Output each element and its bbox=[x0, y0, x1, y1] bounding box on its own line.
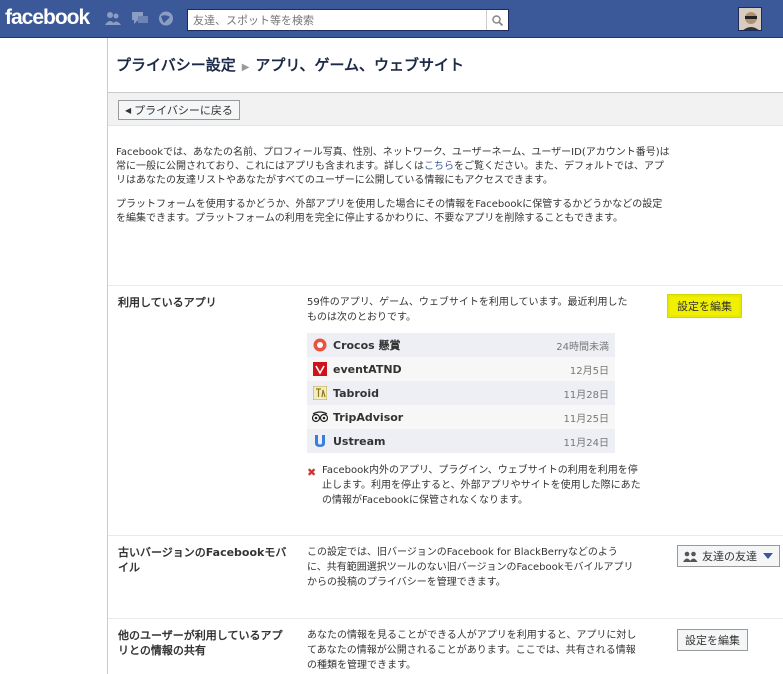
share-edit-settings-button[interactable]: 設定を編集 bbox=[677, 629, 748, 651]
section-divider bbox=[108, 618, 783, 619]
crocos-icon bbox=[312, 337, 328, 353]
dropdown-selected-value: 友達の友達 bbox=[702, 550, 757, 563]
app-name: eventATND bbox=[333, 362, 402, 376]
app-last-used: 11月25日 bbox=[563, 413, 609, 425]
top-navigation-bar: facebook bbox=[0, 0, 783, 38]
mobile-section-label: 古いバージョンのFacebookモバイル bbox=[118, 546, 287, 574]
search-button[interactable] bbox=[486, 10, 508, 30]
section-divider bbox=[108, 535, 783, 536]
apps-section-description: 59件のアプリ、ゲーム、ウェブサイトを利用しています。最近利用したものは次のとお… bbox=[307, 297, 628, 323]
app-last-used: 12月5日 bbox=[569, 365, 609, 377]
list-item[interactable]: eventATND 12月5日 bbox=[307, 357, 615, 381]
app-name: Crocos 懸賞 bbox=[333, 339, 401, 352]
breadcrumb-current: アプリ、ゲーム、ウェブサイト bbox=[255, 56, 465, 74]
back-button-label: プライバシーに戻る bbox=[134, 104, 233, 117]
intro-text: Facebookでは、あなたの名前、プロフィール写真、性別、ネットワーク、ユーザ… bbox=[116, 146, 672, 236]
page-title: プライバシー設定 ▶ アプリ、ゲーム、ウェブサイト bbox=[116, 54, 464, 75]
section-divider bbox=[108, 285, 783, 286]
back-to-privacy-button[interactable]: ◀ プライバシーに戻る bbox=[118, 100, 240, 120]
list-item[interactable]: Ustream 11月24日 bbox=[307, 429, 615, 453]
tabroid-icon bbox=[312, 385, 328, 401]
back-bar: ◀ プライバシーに戻る bbox=[108, 92, 783, 126]
mobile-section-description: この設定では、旧バージョンのFacebook for BlackBerryなどの… bbox=[307, 547, 634, 588]
turn-off-platform-text: Facebook内外のアプリ、プラグイン、ウェブサイトの利用を利用を停止します。… bbox=[322, 465, 641, 506]
chevron-down-icon bbox=[763, 553, 773, 559]
search-box bbox=[187, 9, 509, 31]
remove-x-icon[interactable]: ✖ bbox=[307, 465, 316, 480]
breadcrumb-separator-icon: ▶ bbox=[241, 62, 250, 73]
list-item[interactable]: Crocos 懸賞 24時間未満 bbox=[307, 333, 615, 357]
search-icon bbox=[492, 14, 503, 26]
app-last-used: 11月24日 bbox=[563, 437, 609, 449]
friend-requests-icon[interactable] bbox=[105, 11, 121, 26]
app-name: Ustream bbox=[333, 434, 386, 448]
details-link[interactable]: こちら bbox=[424, 161, 454, 172]
tripadvisor-icon bbox=[312, 409, 328, 425]
arrow-left-icon: ◀ bbox=[125, 105, 132, 115]
eventatnd-icon bbox=[312, 361, 328, 377]
recent-apps-list: Crocos 懸賞 24時間未満 eventATND 12月5日 Tabroid… bbox=[307, 333, 615, 453]
main-content: プライバシー設定 ▶ アプリ、ゲーム、ウェブサイト ◀ プライバシーに戻る Faceb… bbox=[107, 38, 783, 674]
list-item[interactable]: Tabroid 11月28日 bbox=[307, 381, 615, 405]
messages-icon[interactable] bbox=[132, 11, 148, 26]
apps-section-label: 利用しているアプリ bbox=[118, 296, 217, 309]
apps-edit-settings-button[interactable]: 設定を編集 bbox=[668, 295, 741, 317]
share-section-label: 他のユーザーが利用しているアプリとの情報の共有 bbox=[118, 629, 283, 657]
profile-avatar[interactable] bbox=[738, 7, 762, 31]
search-input[interactable] bbox=[188, 10, 484, 30]
app-last-used: 11月28日 bbox=[563, 389, 609, 401]
app-name: Tabroid bbox=[333, 386, 380, 400]
breadcrumb-privacy[interactable]: プライバシー設定 bbox=[116, 56, 236, 74]
facebook-logo[interactable]: facebook bbox=[5, 6, 90, 30]
notifications-icon[interactable] bbox=[158, 11, 174, 26]
app-last-used: 24時間未満 bbox=[556, 341, 609, 353]
turn-off-platform-note[interactable]: ✖ Facebook内外のアプリ、プラグイン、ウェブサイトの利用を利用を停止しま… bbox=[307, 463, 642, 508]
app-name: TripAdvisor bbox=[333, 410, 404, 424]
list-item[interactable]: TripAdvisor 11月25日 bbox=[307, 405, 615, 429]
intro-paragraph-1: Facebookでは、あなたの名前、プロフィール写真、性別、ネットワーク、ユーザ… bbox=[116, 146, 672, 188]
share-section-description: あなたの情報を見ることができる人がアプリを利用すると、アプリに対してあなたの情報… bbox=[307, 630, 637, 671]
intro-paragraph-2: プラットフォームを使用するかどうか、外部アプリを使用した場合にその情報をFace… bbox=[116, 199, 663, 224]
friends-of-friends-icon bbox=[683, 551, 698, 562]
ustream-icon bbox=[312, 433, 328, 449]
mobile-audience-dropdown[interactable]: 友達の友達 bbox=[677, 545, 780, 567]
